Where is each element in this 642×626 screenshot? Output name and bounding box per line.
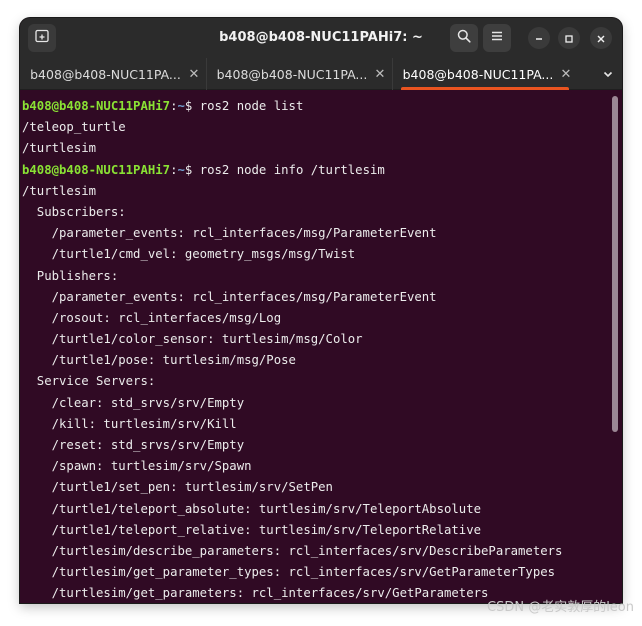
search-button[interactable] (450, 24, 478, 52)
menu-button[interactable] (483, 24, 511, 52)
tab-close-icon[interactable]: ✕ (369, 67, 391, 82)
terminal-output[interactable]: b408@b408-NUC11PAHi7:~$ ros2 node list /… (20, 91, 612, 603)
tab-terminal-1[interactable]: b408@b408-NUC11PA... ✕ (20, 58, 205, 90)
output-line: /turtle1/set_pen: turtlesim/srv/SetPen (22, 480, 333, 495)
minimize-button[interactable] (528, 27, 550, 49)
output-line: /turtle1/teleport_relative: turtlesim/sr… (22, 522, 482, 537)
chevron-down-icon (602, 65, 614, 84)
terminal-scrollbar[interactable] (612, 96, 618, 432)
output-line: /turtlesim (22, 183, 97, 198)
output-line: /rosout: rcl_interfaces/msg/Log (22, 310, 282, 325)
output-line: /turtle1/color_sensor: turtlesim/msg/Col… (22, 332, 363, 347)
prompt-line: b408@b408-NUC11PAHi7:~$ ros2 node list (22, 96, 612, 117)
output-line: /kill: turtlesim/srv/Kill (22, 416, 237, 431)
command-text: ros2 node list (199, 99, 304, 113)
terminal-window: b408@b408-NUC11PAHi7: ~ b408@b408-NUC11P… (20, 18, 622, 603)
prompt-path: ~ (177, 99, 185, 113)
prompt-user: b408@b408-NUC11PAHi7 (22, 99, 171, 113)
tab-terminal-3-active[interactable]: b408@b408-NUC11PA... ✕ (392, 58, 577, 90)
output-line: /turtlesim/get_parameter_types: rcl_inte… (22, 565, 556, 580)
output-line: /turtle1/pose: turtlesim/msg/Pose (22, 353, 296, 368)
tab-label: b408@b408-NUC11PA... (216, 66, 368, 82)
new-tab-button[interactable] (28, 24, 56, 52)
output-line: Subscribers: (22, 204, 126, 219)
output-line: /parameter_events: rcl_interfaces/msg/Pa… (22, 226, 437, 241)
prompt-user: b408@b408-NUC11PAHi7 (22, 162, 171, 177)
tab-close-icon[interactable]: ✕ (183, 67, 205, 82)
output-line: /turtlesim/describe_parameters: rcl_inte… (22, 543, 563, 558)
maximize-icon (564, 29, 574, 48)
minimize-icon (534, 29, 544, 48)
output-line: /parameter_events: rcl_interfaces/msg/Pa… (22, 289, 437, 304)
prompt-symbol: $ (184, 99, 200, 113)
output-line: /turtlesim (22, 141, 97, 156)
title-bar[interactable]: b408@b408-NUC11PAHi7: ~ (20, 18, 622, 58)
output-line: Service Servers: (22, 374, 156, 389)
search-icon (456, 28, 472, 48)
output-line: /spawn: turtlesim/srv/Spawn (22, 459, 252, 474)
output-line: /teleop_turtle (22, 120, 126, 135)
maximize-button[interactable] (558, 27, 580, 49)
new-tab-icon (34, 28, 50, 48)
tab-label: b408@b408-NUC11PA... (402, 66, 554, 82)
tab-bar: b408@b408-NUC11PA... ✕ b408@b408-NUC11PA… (20, 58, 622, 90)
prompt-path: ~ (177, 162, 185, 177)
hamburger-menu-icon (489, 28, 505, 48)
close-window-button[interactable] (590, 27, 612, 49)
output-line: /turtle1/cmd_vel: geometry_msgs/msg/Twis… (22, 247, 356, 262)
close-icon (596, 29, 606, 48)
tab-list-button[interactable] (594, 58, 622, 90)
tab-label: b408@b408-NUC11PA... (30, 66, 181, 82)
prompt-symbol: $ (184, 162, 200, 177)
output-line: Publishers: (22, 268, 119, 283)
command-text: ros2 node info /turtlesim (199, 162, 385, 177)
output-line: /clear: std_srvs/srv/Empty (22, 395, 245, 410)
output-line: /turtle1/teleport_absolute: turtlesim/sr… (22, 501, 482, 516)
output-line: /reset: std_srvs/srv/Empty (22, 438, 245, 452)
tab-close-icon[interactable]: ✕ (555, 67, 577, 82)
prompt-line: b408@b408-NUC11PAHi7:~$ ros2 node info /… (22, 160, 612, 181)
tab-terminal-2[interactable]: b408@b408-NUC11PA... ✕ (206, 58, 391, 90)
watermark: CSDN @老实敦厚的leon (487, 600, 634, 615)
